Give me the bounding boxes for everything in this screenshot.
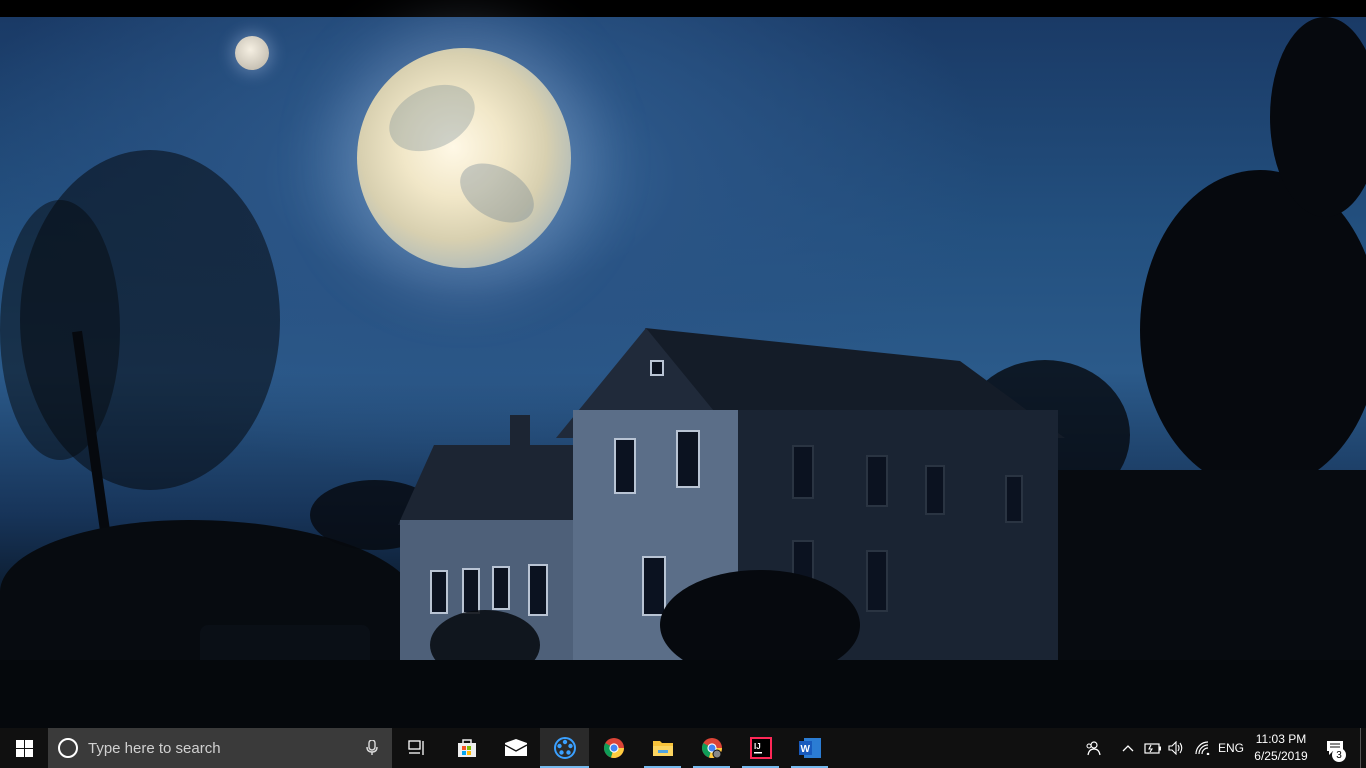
task-view-button[interactable] [392, 728, 441, 768]
task-view-icon [407, 740, 424, 755]
volume-icon [1168, 741, 1183, 755]
cortana-icon[interactable] [58, 738, 78, 758]
house-window [1005, 475, 1023, 523]
taskbar-app-file-explorer[interactable] [638, 728, 687, 768]
chrome-icon [603, 738, 624, 758]
battery-charging-icon [1144, 743, 1161, 754]
language-label: ENG [1217, 741, 1244, 755]
folder-icon [652, 741, 673, 756]
svg-text:W: W [800, 744, 810, 755]
volume-button[interactable] [1166, 728, 1186, 768]
house-window [462, 568, 480, 614]
taskbar-app-word[interactable]: W [785, 728, 834, 768]
left-tree-canopy-2 [0, 200, 120, 460]
ground [0, 660, 1366, 728]
taskbar-app-mail[interactable] [491, 728, 540, 768]
house-door [492, 566, 510, 610]
notification-count-badge: 3 [1332, 748, 1346, 762]
chevron-up-icon [1122, 745, 1134, 752]
moon [235, 36, 269, 70]
house-window [642, 556, 666, 616]
taskbar-app-chrome[interactable] [589, 728, 638, 768]
wifi-icon [1195, 741, 1210, 755]
house-window [528, 564, 548, 616]
store-icon [457, 739, 476, 757]
battery-button[interactable] [1142, 728, 1164, 768]
search-placeholder: Type here to search [88, 739, 221, 757]
house-window [866, 550, 888, 612]
house-window [792, 445, 814, 499]
taskbar-app-store[interactable] [442, 728, 491, 768]
intellij-icon: IJ [749, 737, 772, 759]
house-window [925, 465, 945, 515]
right-tree-canopy [1140, 170, 1366, 490]
desktop-wallpaper[interactable] [0, 0, 1366, 728]
clock-date: 6/25/2019 [1254, 749, 1308, 763]
clock-button[interactable]: 11:03 PM 6/25/2019 [1246, 728, 1316, 768]
taskbar-app-chrome-profile[interactable] [687, 728, 736, 768]
chrome-icon [701, 738, 722, 759]
input-language-button[interactable]: ENG [1216, 728, 1246, 768]
film-reel-icon [553, 737, 576, 759]
people-button[interactable] [1080, 728, 1106, 768]
windows-logo-icon [15, 739, 33, 757]
house-window [614, 438, 636, 494]
house-window [866, 455, 888, 507]
house-window [650, 360, 664, 376]
right-hill [1040, 470, 1366, 690]
earth-planet [357, 48, 571, 268]
show-desktop-button[interactable] [1360, 728, 1366, 768]
taskbar: Type here to search IJ W ENG 11:03 PM 6/… [0, 728, 1366, 768]
chimney [510, 415, 530, 455]
word-icon: W [798, 738, 821, 758]
house-window [430, 570, 448, 614]
taskbar-app-media-player[interactable] [540, 728, 589, 768]
screen-top-border [0, 0, 1366, 17]
show-hidden-icons-button[interactable] [1118, 728, 1138, 768]
house-window [676, 430, 700, 488]
search-box[interactable]: Type here to search [48, 728, 392, 768]
taskbar-app-intellij[interactable]: IJ [736, 728, 785, 768]
network-button[interactable] [1192, 728, 1214, 768]
action-center-button[interactable]: 3 [1318, 728, 1352, 768]
svg-text:IJ: IJ [754, 742, 761, 751]
clock-time: 11:03 PM [1255, 732, 1307, 746]
microphone-icon[interactable] [366, 740, 378, 756]
start-button[interactable] [0, 728, 48, 768]
mail-icon [504, 739, 527, 756]
people-icon [1086, 741, 1101, 756]
